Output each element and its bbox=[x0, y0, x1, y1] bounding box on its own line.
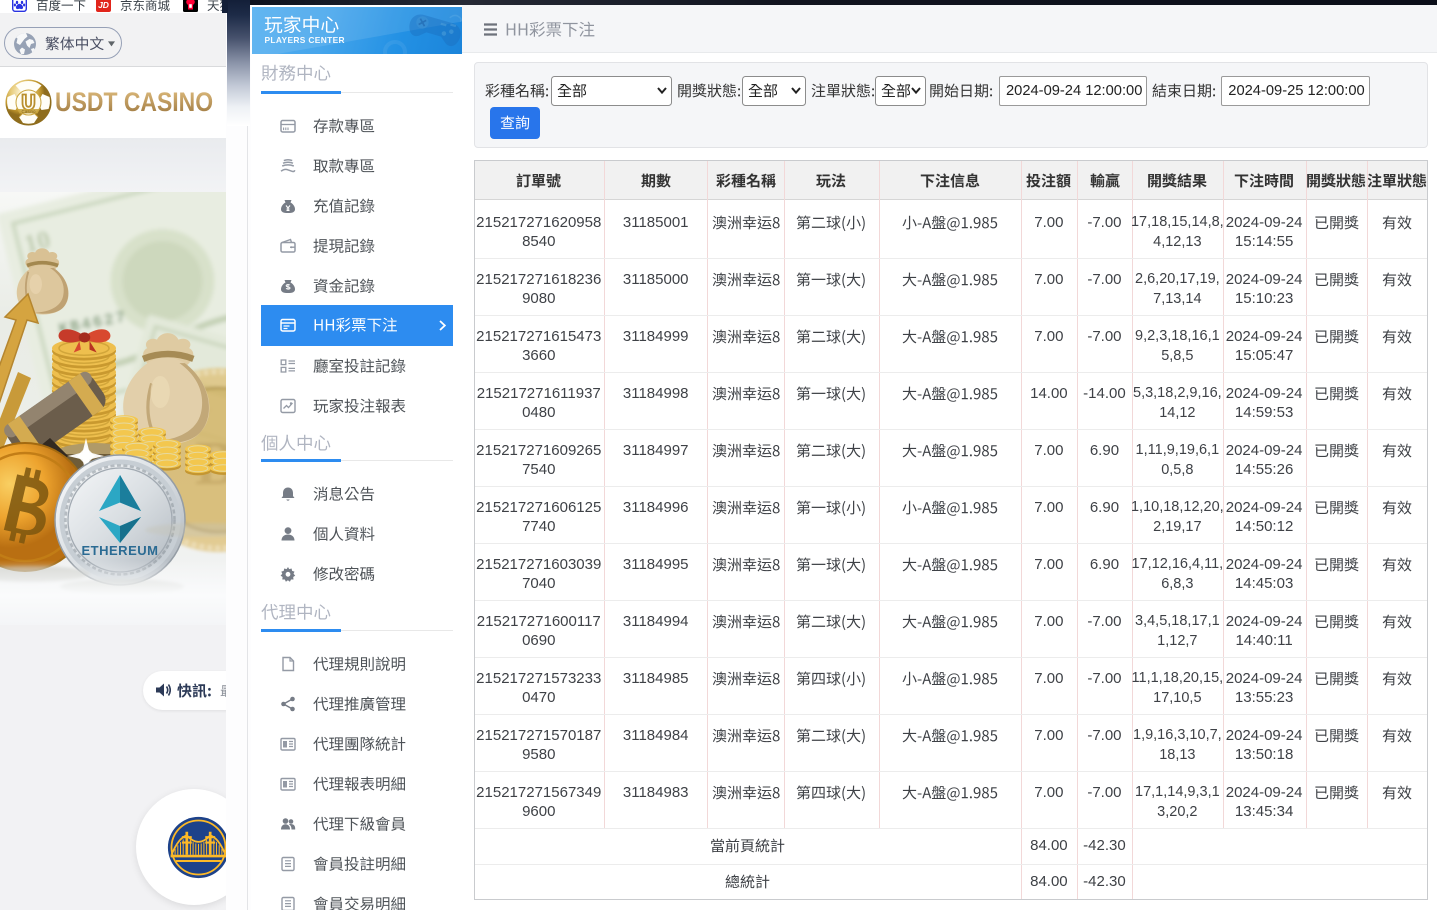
svg-text:ETHEREUM: ETHEREUM bbox=[82, 543, 159, 558]
svg-text:Casino: Casino bbox=[21, 109, 36, 114]
svg-text:JD: JD bbox=[98, 0, 109, 10]
